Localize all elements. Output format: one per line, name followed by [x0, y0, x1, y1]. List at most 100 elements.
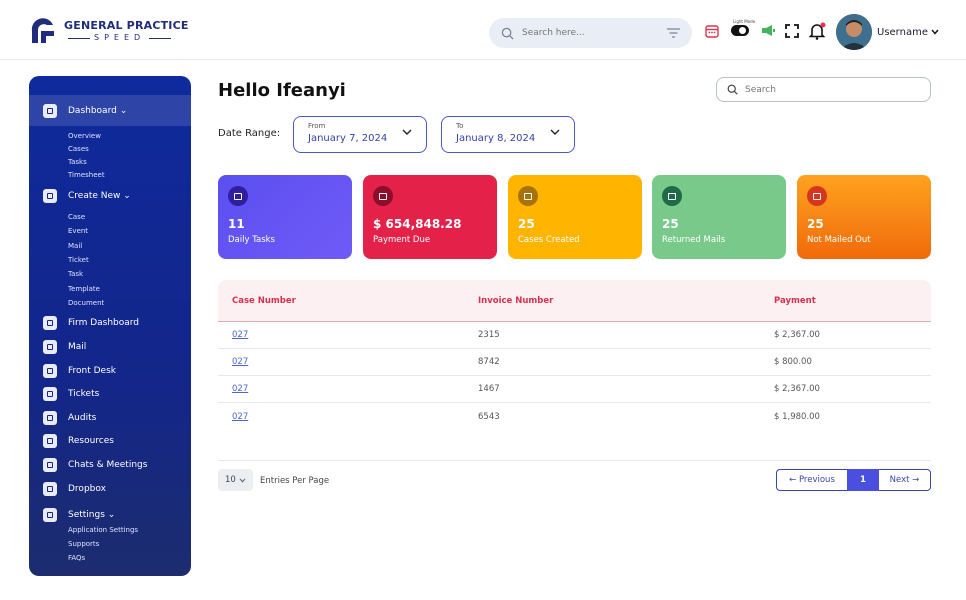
clipboard-icon — [43, 364, 57, 378]
mail-return-icon — [662, 186, 682, 206]
case-link[interactable]: 027 — [218, 384, 478, 394]
sidebar-item-dropbox[interactable]: Dropbox — [43, 482, 106, 496]
chevron-down-icon — [239, 477, 245, 483]
database-icon — [43, 434, 57, 448]
top-search-input[interactable] — [522, 28, 652, 38]
sidebar-item-label: Resources — [68, 436, 114, 446]
stat-card-returned-mails[interactable]: 25 Returned Mails — [652, 175, 786, 259]
to-value: January 8, 2024 — [456, 133, 536, 144]
sidebar-item-tickets[interactable]: Tickets — [43, 387, 99, 401]
sidebar-sub-event[interactable]: Event — [68, 227, 88, 235]
username-label[interactable]: Username — [877, 27, 939, 38]
header-case-number[interactable]: Case Number — [218, 296, 478, 306]
sidebar-item-firm-dashboard[interactable]: Firm Dashboard — [43, 316, 139, 330]
avatar[interactable] — [836, 14, 872, 50]
header-payment[interactable]: Payment — [774, 296, 931, 306]
brand-logo[interactable]: GENERAL PRACTICE SPEED — [28, 16, 189, 46]
sidebar-sub-ticket[interactable]: Ticket — [68, 256, 89, 264]
ticket-icon — [43, 387, 57, 401]
mail-blocked-icon — [807, 186, 827, 206]
firm-dashboard-icon — [43, 316, 57, 330]
stat-card-payment-due[interactable]: $ 654,848.28 Payment Due — [363, 175, 497, 259]
header-invoice-number[interactable]: Invoice Number — [478, 296, 774, 306]
per-page-label: Entries Per Page — [260, 476, 330, 486]
sidebar-item-label: Mail — [68, 342, 87, 352]
sidebar-item-label: Dropbox — [68, 484, 106, 494]
sidebar-sub-task[interactable]: Task — [68, 270, 83, 278]
table-header: Case Number Invoice Number Payment — [218, 280, 931, 322]
sidebar-sub-tasks[interactable]: Tasks — [68, 158, 87, 166]
fullscreen-icon[interactable] — [785, 24, 799, 38]
chevron-down-icon — [931, 29, 939, 35]
card-value: 25 — [518, 217, 535, 231]
sidebar-sub-overview[interactable]: Overview — [68, 132, 101, 140]
create-new-icon — [43, 189, 57, 203]
search-icon — [727, 84, 738, 95]
per-page-select[interactable]: 10 — [218, 469, 253, 491]
to-date-picker[interactable]: To January 8, 2024 — [441, 116, 575, 153]
top-search-bar[interactable] — [489, 18, 692, 48]
sidebar-item-dashboard[interactable]: Dashboard ⌄ — [43, 104, 127, 118]
filter-icon[interactable] — [667, 28, 680, 38]
card-label: Payment Due — [373, 235, 431, 245]
stat-card-daily-tasks[interactable]: 11 Daily Tasks — [218, 175, 352, 259]
sidebar-sub-template[interactable]: Template — [68, 285, 100, 293]
page-1-button[interactable]: 1 — [847, 469, 879, 491]
avatar-image — [836, 14, 872, 50]
case-link[interactable]: 027 — [218, 412, 478, 422]
case-link[interactable]: 027 — [218, 357, 478, 367]
card-label: Not Mailed Out — [807, 235, 871, 245]
card-value: 25 — [807, 217, 824, 231]
sidebar-sub-timesheet[interactable]: Timesheet — [68, 171, 105, 179]
sidebar-sub-application-settings[interactable]: Application Settings — [68, 526, 138, 534]
sidebar-item-label: Tickets — [68, 389, 100, 399]
next-button[interactable]: Next → — [879, 469, 931, 491]
sidebar: Dashboard ⌄ Overview Cases Tasks Timeshe… — [29, 76, 191, 576]
sidebar-item-label: Front Desk — [68, 366, 116, 376]
megaphone-icon[interactable] — [761, 24, 775, 37]
main-search-input[interactable] — [745, 84, 905, 95]
sidebar-item-front-desk[interactable]: Front Desk — [43, 364, 116, 378]
stat-card-not-mailed-out[interactable]: 25 Not Mailed Out — [797, 175, 931, 259]
sidebar-item-settings[interactable]: Settings ⌄ — [43, 508, 115, 522]
date-range-label: Date Range: — [218, 128, 281, 139]
sidebar-sub-faqs[interactable]: FAQs — [68, 554, 85, 562]
mail-icon — [43, 340, 57, 354]
card-value: $ 654,848.28 — [373, 217, 462, 231]
payment-cell: $ 2,367.00 — [774, 330, 820, 340]
sidebar-item-label: Dashboard ⌄ — [68, 106, 128, 116]
sidebar-sub-cases[interactable]: Cases — [68, 145, 89, 153]
sidebar-sub-supports[interactable]: Supports — [68, 540, 99, 548]
sidebar-sub-case[interactable]: Case — [68, 213, 85, 221]
sidebar-sub-document[interactable]: Document — [68, 299, 104, 307]
sidebar-item-resources[interactable]: Resources — [43, 434, 114, 448]
table-row: 027 8742 $ 800.00 — [218, 349, 931, 376]
sidebar-item-create-new[interactable]: Create New ⌄ — [43, 189, 131, 203]
previous-button[interactable]: ← Previous — [776, 469, 847, 491]
calendar-icon[interactable] — [705, 24, 719, 38]
card-label: Cases Created — [518, 235, 580, 245]
invoice-cell: 1467 — [478, 384, 500, 394]
payment-cell: $ 800.00 — [774, 357, 812, 367]
sidebar-item-label: Create New ⌄ — [68, 191, 131, 201]
sidebar-item-audits[interactable]: Audits — [43, 411, 96, 425]
toggle-knob — [739, 27, 746, 34]
sidebar-item-chats-meetings[interactable]: Chats & Meetings — [43, 458, 147, 472]
gear-icon — [43, 508, 57, 522]
from-label: From — [308, 122, 326, 130]
stat-card-cases-created[interactable]: 25 Cases Created — [508, 175, 642, 259]
chevron-down-icon — [402, 129, 412, 135]
main-search-bar[interactable] — [716, 77, 931, 102]
dashboard-icon — [43, 104, 57, 118]
from-date-picker[interactable]: From January 7, 2024 — [293, 116, 427, 153]
username-text: Username — [877, 27, 928, 38]
page-title: Hello Ifeanyi — [218, 80, 346, 101]
case-link[interactable]: 027 — [218, 330, 478, 340]
payment-icon — [373, 186, 393, 206]
cases-table: Case Number Invoice Number Payment 027 23… — [218, 280, 931, 430]
card-label: Returned Mails — [662, 235, 726, 245]
bell-icon[interactable] — [808, 22, 826, 40]
sidebar-sub-mail[interactable]: Mail — [68, 242, 82, 250]
search-icon — [501, 27, 514, 40]
sidebar-item-mail[interactable]: Mail — [43, 340, 86, 354]
